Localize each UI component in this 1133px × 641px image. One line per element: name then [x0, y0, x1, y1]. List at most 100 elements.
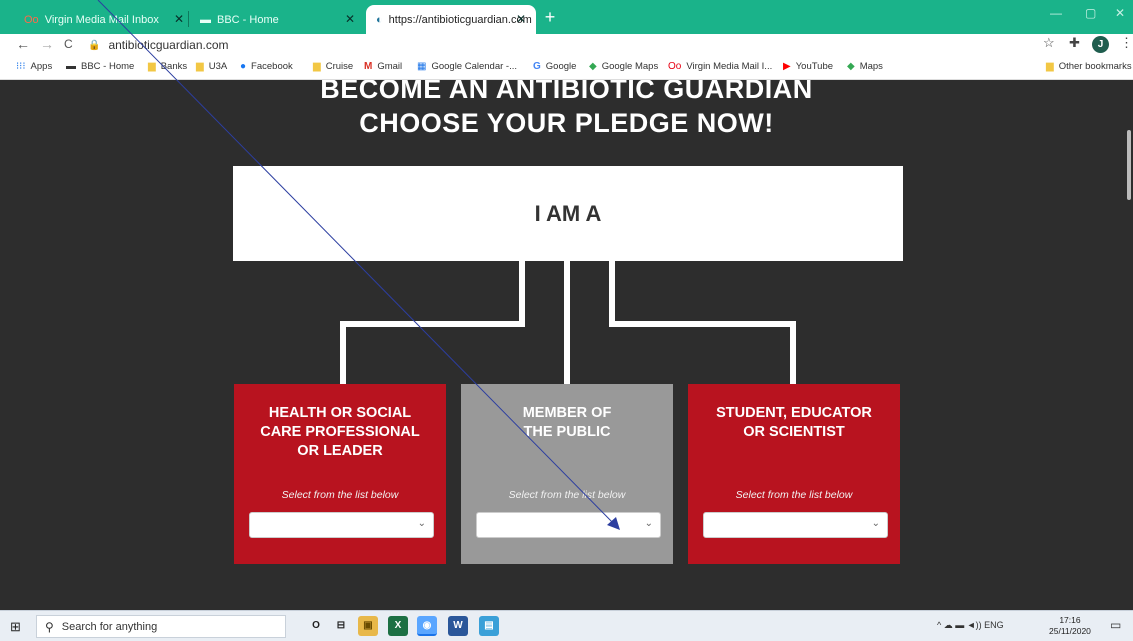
tab-separator — [188, 11, 189, 27]
bookmarks-bar: ⁝⁝⁝ Apps ▬ BBC - Home ▆ Banks ▆ U3A ● Faceboo… — [0, 56, 1133, 80]
store-icon[interactable]: ▤ — [479, 616, 499, 636]
system-tray[interactable]: ^ ☁ ▬ ◄)) ENG — [937, 620, 1004, 631]
chevron-down-icon: ⌄ — [644, 518, 653, 529]
new-tab-button[interactable]: + — [540, 8, 560, 28]
card-student-educator: STUDENT, EDUCATOR OR SCIENTIST Select fr… — [688, 384, 900, 564]
menu-icon[interactable]: ⋮ — [1120, 35, 1133, 51]
address-bar[interactable]: 🔒 antibioticguardian.com — [88, 36, 1018, 54]
page-content: BECOME AN ANTIBIOTIC GUARDIAN CHOOSE YOU… — [0, 80, 1133, 610]
windows-taskbar: ⊞ ⚲ Search for anything O ⊟ ▣ X ◉ W ▤ ^ … — [0, 610, 1133, 641]
bookmark-cruise[interactable]: ▆ Cruise — [313, 61, 353, 72]
bookmark-banks[interactable]: ▆ Banks — [148, 61, 187, 72]
card-health-professional: HEALTH OR SOCIAL CARE PROFESSIONAL OR LE… — [234, 384, 446, 564]
bookmark-gmail[interactable]: M Gmail — [364, 61, 402, 72]
lock-icon: 🔒 — [88, 39, 101, 51]
bookmark-google[interactable]: G Google — [533, 61, 576, 72]
health-professional-select[interactable]: ⌄ — [249, 512, 434, 538]
chevron-down-icon: ⌄ — [417, 518, 426, 529]
tab-virgin-media[interactable]: Oo Virgin Media Mail Inbox ✕ — [14, 5, 194, 34]
cortana-icon[interactable]: O — [306, 616, 326, 636]
map-pin-icon: ◆ — [847, 61, 855, 72]
search-icon: ⚲ — [45, 619, 54, 634]
google-icon: G — [533, 61, 541, 72]
excel-icon[interactable]: X — [388, 616, 408, 636]
extensions-icon[interactable]: ✚ — [1069, 35, 1080, 51]
tab-antibiotic-guardian[interactable]: ◐ https://antibioticguardian.com ✕ — [366, 5, 536, 34]
bookmark-label: Other bookmarks — [1058, 61, 1132, 72]
bookmark-label: Virgin Media Mail I... — [686, 61, 773, 72]
close-icon[interactable]: ✕ — [174, 12, 184, 26]
folder-icon: ▆ — [196, 61, 204, 72]
page-scrollbar[interactable] — [1127, 130, 1131, 200]
bookmark-label: Cruise — [325, 61, 354, 72]
bookmark-label: Banks — [160, 61, 188, 72]
avatar[interactable]: J — [1092, 36, 1109, 53]
folder-icon: ▆ — [148, 61, 156, 72]
bookmark-label: Apps — [30, 61, 53, 72]
chrome-icon[interactable]: ◉ — [417, 616, 437, 636]
close-icon[interactable]: ✕ — [345, 12, 355, 26]
bookmark-facebook[interactable]: ● Facebook — [240, 61, 293, 72]
map-pin-icon: ◆ — [589, 61, 597, 72]
bookmark-other[interactable]: ▆ Other bookmarks — [1046, 61, 1132, 72]
bookmark-label: BBC - Home — [81, 61, 135, 72]
card-hint: Select from the list below — [281, 489, 399, 501]
bbc-icon: ▬ — [200, 13, 211, 26]
card-title: MEMBER OF THE PUBLIC — [522, 405, 612, 440]
card-title: HEALTH OR SOCIAL CARE PROFESSIONAL OR LE… — [260, 405, 420, 459]
bookmark-label: U3A — [208, 61, 228, 72]
back-arrow-icon[interactable]: ← — [16, 36, 30, 52]
word-icon[interactable]: W — [448, 616, 468, 636]
folder-icon: ▆ — [313, 61, 321, 72]
card-member-of-public: MEMBER OF THE PUBLIC Select from the lis… — [461, 384, 673, 564]
bookmark-google-calendar[interactable]: ▦ Google Calendar -... — [417, 61, 517, 72]
taskbar-clock[interactable]: 17:16 25/11/2020 — [1049, 615, 1091, 637]
bookmark-u3a[interactable]: ▆ U3A — [196, 61, 227, 72]
tab-title: Virgin Media Mail Inbox — [44, 13, 159, 26]
maximize-icon[interactable]: ▢ — [1085, 6, 1096, 20]
browser-tab-strip: Oo Virgin Media Mail Inbox ✕ ▬ BBC - Hom… — [0, 0, 1133, 34]
bookmark-bbc[interactable]: ▬ BBC - Home — [66, 61, 134, 72]
youtube-icon: ▶ — [783, 61, 791, 72]
star-icon[interactable]: ☆ — [1043, 35, 1055, 51]
folder-icon: ▆ — [1046, 61, 1054, 72]
file-explorer-icon[interactable]: ▣ — [358, 616, 378, 636]
bookmark-label: Facebook — [251, 61, 293, 72]
connector-left — [340, 261, 525, 384]
calendar-icon: ▦ — [417, 61, 427, 72]
clock-date: 25/11/2020 — [1049, 626, 1091, 636]
facebook-icon: ● — [240, 61, 247, 72]
bookmark-label: Google Calendar -... — [431, 61, 517, 72]
forward-arrow-icon[interactable]: → — [40, 36, 54, 52]
clock-time: 17:16 — [1059, 615, 1081, 625]
windows-start-icon[interactable]: ⊞ — [10, 619, 21, 635]
bookmark-maps[interactable]: ◆ Maps — [847, 61, 883, 72]
search-placeholder: Search for anything — [61, 620, 158, 633]
minimize-icon[interactable]: — — [1050, 6, 1062, 20]
tab-title: BBC - Home — [217, 13, 279, 26]
card-hint: Select from the list below — [735, 489, 853, 501]
bookmark-label: Google — [545, 61, 577, 72]
close-icon[interactable]: ✕ — [516, 12, 526, 26]
apps-grid-icon: ⁝⁝⁝ — [16, 61, 26, 72]
browser-toolbar: ← → C 🔒 antibioticguardian.com ☆ ✚ J ⋮ — [0, 34, 1133, 56]
bookmark-label: Gmail — [377, 61, 403, 72]
reload-icon[interactable]: C — [64, 37, 73, 51]
card-hint: Select from the list below — [508, 489, 626, 501]
bbc-icon: ▬ — [66, 61, 76, 72]
bookmark-google-maps[interactable]: ◆ Google Maps — [589, 61, 658, 72]
bookmark-virgin-media[interactable]: Oo Virgin Media Mail I... — [668, 61, 772, 72]
wordpress-icon: ◐ — [376, 13, 383, 26]
bookmark-label: Maps — [859, 61, 883, 72]
chevron-down-icon: ⌄ — [871, 518, 880, 529]
member-of-public-select[interactable]: ⌄ — [476, 512, 661, 538]
taskbar-search-input[interactable]: ⚲ Search for anything — [36, 615, 286, 638]
student-educator-select[interactable]: ⌄ — [703, 512, 888, 538]
tab-bbc[interactable]: ▬ BBC - Home ✕ — [190, 5, 365, 34]
bookmark-apps[interactable]: ⁝⁝⁝ Apps — [16, 61, 52, 72]
bookmark-youtube[interactable]: ▶ YouTube — [783, 61, 833, 72]
close-window-icon[interactable]: ✕ — [1115, 6, 1125, 20]
notifications-icon[interactable]: ▭ — [1110, 618, 1121, 632]
task-view-icon[interactable]: ⊟ — [331, 616, 351, 636]
virgin-media-icon: Oo — [24, 13, 39, 26]
